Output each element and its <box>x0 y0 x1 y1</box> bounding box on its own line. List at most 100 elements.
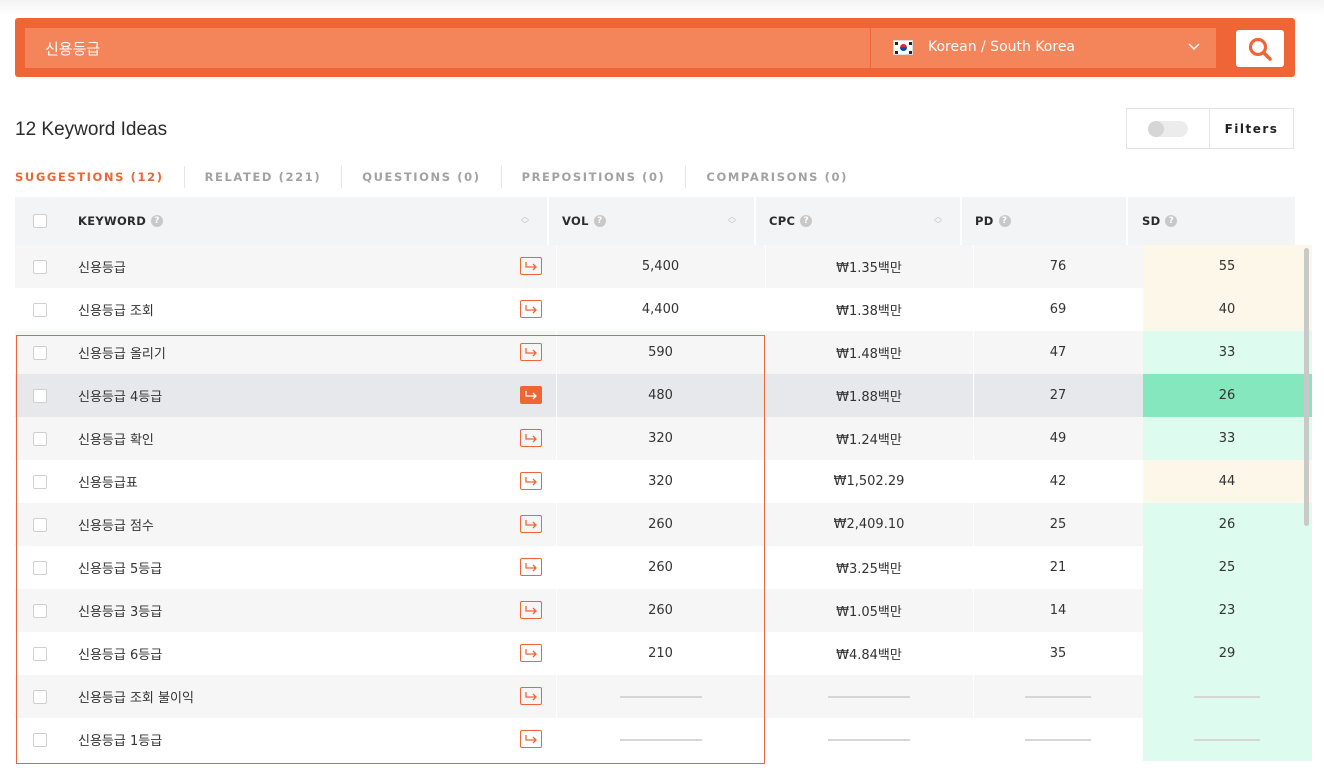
keyword-cell[interactable]: 신용등급 5등급 <box>78 546 162 589</box>
keyword-cell[interactable]: 신용등급 확인 <box>78 417 154 460</box>
language-select[interactable]: Korean / South Korea <box>871 28 1216 68</box>
table-row[interactable]: 신용등급 3등급 260 ₩1.05백만 14 23 <box>15 589 1312 632</box>
arrow-return-icon[interactable] <box>520 343 542 361</box>
sd-cell: 25 <box>1143 546 1311 589</box>
arrow-return-icon[interactable] <box>520 257 542 275</box>
table-row[interactable]: 신용등급 1등급 <box>15 718 1312 761</box>
keyword-cell[interactable]: 신용등급 6등급 <box>78 632 162 675</box>
keyword-cell[interactable]: 신용등급 조회 불이익 <box>78 675 194 718</box>
keyword-cell[interactable]: 신용등급 1등급 <box>78 718 162 761</box>
keyword-text[interactable]: 신용등급 1등급 <box>78 730 162 749</box>
keyword-text[interactable]: 신용등급 점수 <box>78 515 154 534</box>
keyword-cell[interactable]: 신용등급표 <box>78 460 138 503</box>
keyword-cell[interactable]: 신용등급 3등급 <box>78 589 162 632</box>
keyword-text[interactable]: 신용등급 4등급 <box>78 386 162 405</box>
tab-questions[interactable]: QUESTIONS (0) <box>341 166 500 188</box>
sort-icon[interactable]: ︿ ﹀ <box>934 213 942 229</box>
filters-toggle[interactable] <box>1148 121 1188 137</box>
table-row[interactable]: 신용등급표 320 ₩1,502.29 42 44 <box>15 460 1312 503</box>
table-row[interactable]: 신용등급 4등급 480 ₩1.88백만 27 26 <box>15 374 1312 417</box>
row-checkbox[interactable] <box>33 647 47 661</box>
row-checkbox[interactable] <box>33 432 47 446</box>
cpc-value: ₩3.25백만 <box>836 562 902 577</box>
keyword-text[interactable]: 신용등급 5등급 <box>78 558 162 577</box>
question-mark-icon[interactable]: ? <box>593 215 606 227</box>
tab-suggestions[interactable]: SUGGESTIONS (12) <box>15 166 184 188</box>
table-row[interactable]: 신용등급 조회 4,400 ₩1.38백만 69 40 <box>15 288 1312 331</box>
table-row[interactable]: 신용등급 조회 불이익 <box>15 675 1312 718</box>
sd-value: 25 <box>1218 560 1236 575</box>
arrow-return-icon[interactable] <box>520 472 542 490</box>
question-mark-icon[interactable]: ? <box>800 215 813 227</box>
pd-cell: 69 <box>974 288 1142 331</box>
keyword-cell[interactable]: 신용등급 조회 <box>78 288 154 331</box>
keyword-ideas-title: 12 Keyword Ideas <box>15 119 168 140</box>
tab-related[interactable]: RELATED (221) <box>183 166 342 188</box>
row-checkbox[interactable] <box>33 346 47 360</box>
search-input[interactable] <box>25 28 870 68</box>
table-row[interactable]: 신용등급 6등급 210 ₩4.84백만 35 29 <box>15 632 1312 675</box>
keyword-text[interactable]: 신용등급 <box>78 257 126 276</box>
search-button[interactable] <box>1236 30 1284 67</box>
table-scrollbar[interactable] <box>1304 248 1309 526</box>
sort-icon[interactable]: ︿ ﹀ <box>521 213 529 229</box>
row-checkbox[interactable] <box>33 561 47 575</box>
column-vol[interactable]: VOL ? <box>562 197 606 245</box>
keyword-text[interactable]: 신용등급 6등급 <box>78 644 162 663</box>
tab-prepositions[interactable]: PREPOSITIONS (0) <box>500 166 686 188</box>
arrow-return-icon[interactable] <box>520 687 542 705</box>
question-mark-icon[interactable]: ? <box>998 215 1011 227</box>
column-pd[interactable]: PD ? <box>975 197 1011 245</box>
keyword-cell[interactable]: 신용등급 점수 <box>78 503 154 546</box>
row-checkbox[interactable] <box>33 733 47 747</box>
pd-value: 69 <box>1049 302 1067 317</box>
cpc-value: ₩4.84백만 <box>836 648 902 663</box>
arrow-return-icon[interactable] <box>520 558 542 576</box>
row-checkbox[interactable] <box>33 604 47 618</box>
row-checkbox[interactable] <box>33 303 47 317</box>
filters-button[interactable]: Filters <box>1210 109 1293 148</box>
row-checkbox[interactable] <box>33 690 47 704</box>
column-keyword[interactable]: KEYWORD ? <box>78 197 164 245</box>
sd-value: 26 <box>1218 517 1236 532</box>
keyword-text[interactable]: 신용등급 조회 불이익 <box>78 687 194 706</box>
keyword-text[interactable]: 신용등급표 <box>78 472 138 491</box>
select-all-checkbox[interactable] <box>33 214 47 228</box>
keyword-cell[interactable]: 신용등급 <box>78 245 126 288</box>
sort-icon[interactable]: ︿ ﹀ <box>728 213 736 229</box>
table-row[interactable]: 신용등급 5,400 ₩1.35백만 76 55 <box>15 245 1312 288</box>
empty-value-dash <box>1025 738 1091 741</box>
row-checkbox[interactable] <box>33 475 47 489</box>
arrow-return-icon[interactable] <box>520 601 542 619</box>
arrow-return-icon[interactable] <box>520 644 542 662</box>
arrow-return-icon[interactable] <box>520 386 542 404</box>
keyword-cell[interactable]: 신용등급 4등급 <box>78 374 162 417</box>
table-row[interactable]: 신용등급 확인 320 ₩1.24백만 49 33 <box>15 417 1312 460</box>
column-cpc[interactable]: CPC ? <box>769 197 813 245</box>
question-mark-icon[interactable]: ? <box>151 215 164 227</box>
keyword-text[interactable]: 신용등급 조회 <box>78 300 154 319</box>
column-sd[interactable]: SD ? <box>1142 197 1178 245</box>
cpc-cell: ₩1.48백만 <box>766 331 972 374</box>
question-mark-icon[interactable]: ? <box>1165 215 1178 227</box>
keyword-cell[interactable]: 신용등급 올리기 <box>78 331 166 374</box>
keyword-text[interactable]: 신용등급 3등급 <box>78 601 162 620</box>
arrow-return-icon[interactable] <box>520 429 542 447</box>
column-pd-label: PD <box>975 214 994 228</box>
table-row[interactable]: 신용등급 점수 260 ₩2,409.10 25 26 <box>15 503 1312 546</box>
row-checkbox[interactable] <box>33 260 47 274</box>
row-checkbox[interactable] <box>33 518 47 532</box>
arrow-return-icon[interactable] <box>520 515 542 533</box>
table-row[interactable]: 신용등급 5등급 260 ₩3.25백만 21 25 <box>15 546 1312 589</box>
arrow-return-icon[interactable] <box>520 730 542 748</box>
empty-value-dash <box>1194 695 1260 698</box>
keyword-text[interactable]: 신용등급 확인 <box>78 429 154 448</box>
vol-value: 320 <box>648 431 673 446</box>
sd-cell: 26 <box>1143 503 1311 546</box>
keyword-text[interactable]: 신용등급 올리기 <box>78 343 166 362</box>
arrow-return-icon[interactable] <box>520 300 542 318</box>
tab-comparisons[interactable]: COMPARISONS (0) <box>685 166 868 188</box>
row-checkbox[interactable] <box>33 389 47 403</box>
column-keyword-label: KEYWORD <box>78 214 147 228</box>
table-row[interactable]: 신용등급 올리기 590 ₩1.48백만 47 33 <box>15 331 1312 374</box>
